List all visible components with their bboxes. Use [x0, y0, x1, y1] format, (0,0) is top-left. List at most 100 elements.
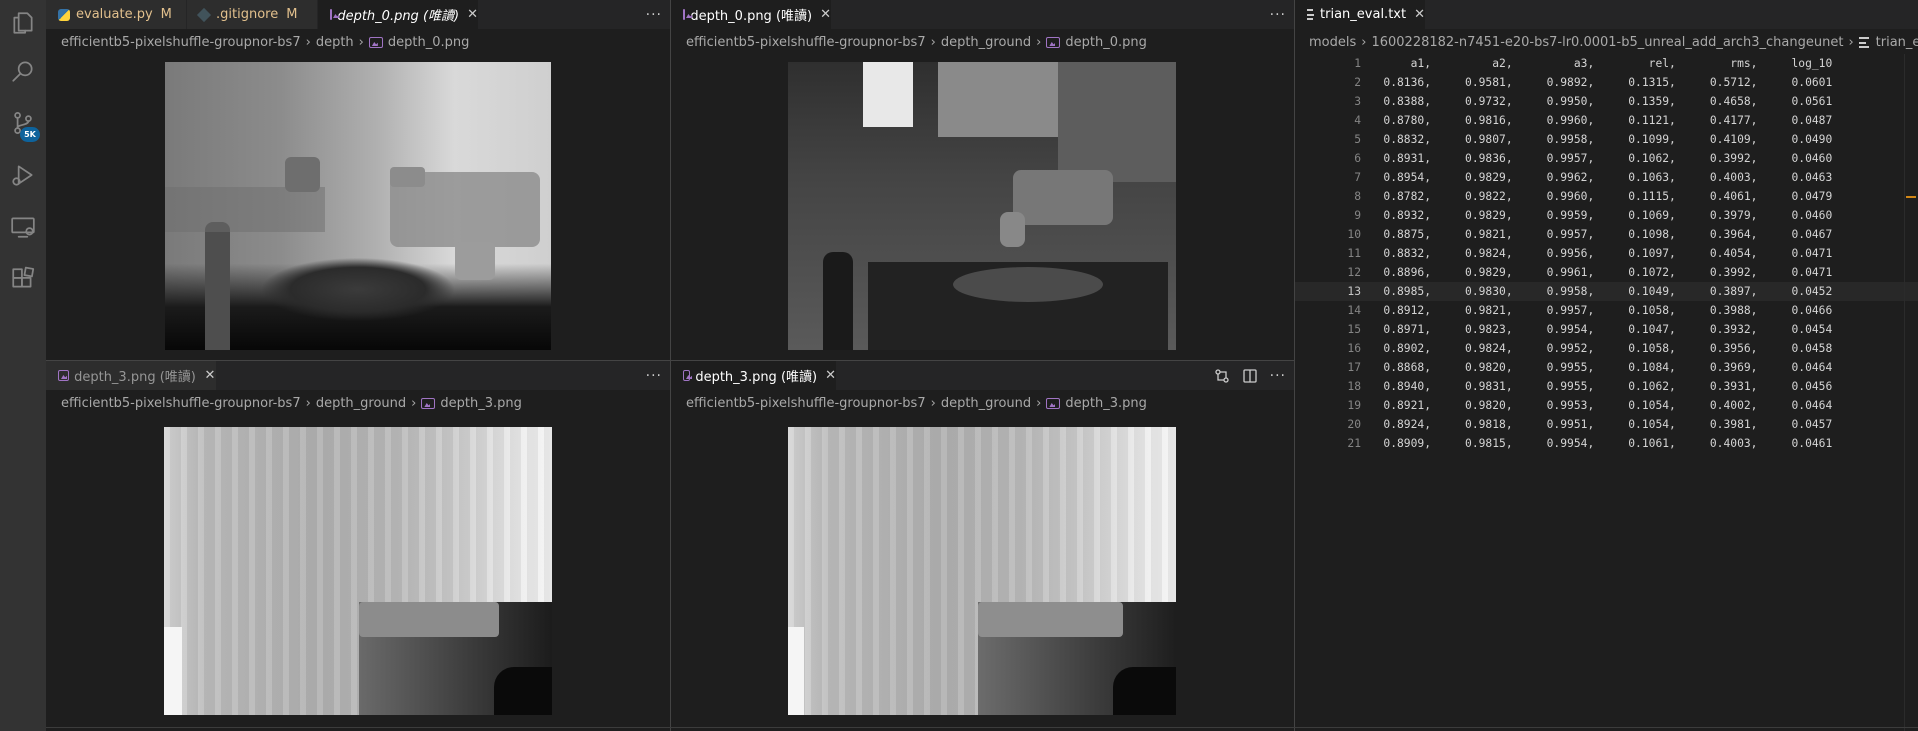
- editor-group-3: depth_3.png (唯讀) ✕ ··· efficientb5-pixel…: [46, 361, 670, 731]
- line-text: 0.8896, 0.9829, 0.9961, 0.1072, 0.3992, …: [1363, 266, 1833, 279]
- editor-line[interactable]: 10 0.8875, 0.9821, 0.9957, 0.1098, 0.396…: [1295, 225, 1918, 244]
- tab-label: evaluate.py: [76, 7, 153, 22]
- source-control-icon[interactable]: 5K: [0, 100, 46, 146]
- editor-line[interactable]: 19 0.8921, 0.9820, 0.9953, 0.1054, 0.400…: [1295, 396, 1918, 415]
- close-icon[interactable]: ✕: [204, 368, 216, 384]
- line-text: 0.8782, 0.9822, 0.9960, 0.1115, 0.4061, …: [1363, 190, 1833, 203]
- breadcrumb-item[interactable]: depth_ground: [941, 35, 1031, 50]
- breadcrumb-item[interactable]: depth_ground: [316, 396, 406, 411]
- line-number: 20: [1347, 418, 1361, 431]
- chevron-right-icon: ›: [305, 396, 311, 411]
- editor-line[interactable]: 7 0.8954, 0.9829, 0.9962, 0.1063, 0.4003…: [1295, 168, 1918, 187]
- image-file-icon: [330, 9, 333, 20]
- tab-gitignore[interactable]: .gitignore M: [187, 0, 317, 29]
- line-number: 4: [1354, 114, 1361, 127]
- line-number: 5: [1354, 133, 1361, 146]
- tab-label: depth_3.png (唯讀): [695, 370, 818, 385]
- editor-line[interactable]: 9 0.8932, 0.9829, 0.9959, 0.1069, 0.3979…: [1295, 206, 1918, 225]
- close-icon[interactable]: ✕: [1414, 7, 1425, 23]
- editor-line[interactable]: 20 0.8924, 0.9818, 0.9951, 0.1054, 0.398…: [1295, 415, 1918, 434]
- more-actions-icon[interactable]: ···: [1270, 368, 1286, 384]
- editor-line[interactable]: 13 0.8985, 0.9830, 0.9958, 0.1049, 0.389…: [1295, 282, 1918, 301]
- breadcrumb-item[interactable]: depth_0.png: [1065, 35, 1147, 50]
- breadcrumb: efficientb5-pixelshuffle-groupnor-bs7 › …: [686, 29, 1147, 56]
- editor-line[interactable]: 5 0.8832, 0.9807, 0.9958, 0.1099, 0.4109…: [1295, 130, 1918, 149]
- editor-line[interactable]: 17 0.8868, 0.9820, 0.9955, 0.1084, 0.396…: [1295, 358, 1918, 377]
- editor-line[interactable]: 21 0.8909, 0.9815, 0.9954, 0.1061, 0.400…: [1295, 434, 1918, 453]
- editor-line[interactable]: 2 0.8136, 0.9581, 0.9892, 0.1315, 0.5712…: [1295, 73, 1918, 92]
- editor-line[interactable]: 18 0.8940, 0.9831, 0.9955, 0.1062, 0.393…: [1295, 377, 1918, 396]
- editor-line[interactable]: 11 0.8832, 0.9824, 0.9956, 0.1097, 0.405…: [1295, 244, 1918, 263]
- editor-line[interactable]: 6 0.8931, 0.9836, 0.9957, 0.1062, 0.3992…: [1295, 149, 1918, 168]
- editor-line[interactable]: 8 0.8782, 0.9822, 0.9960, 0.1115, 0.4061…: [1295, 187, 1918, 206]
- vertical-scrollbar[interactable]: [1904, 54, 1918, 731]
- group-divider[interactable]: [1294, 0, 1295, 731]
- tab-depth-3-png[interactable]: depth_3.png (唯讀) ✕: [671, 361, 836, 390]
- close-icon[interactable]: ✕: [820, 7, 831, 23]
- close-icon[interactable]: ✕: [825, 368, 836, 384]
- line-number: 8: [1354, 190, 1361, 203]
- breadcrumb-item[interactable]: efficientb5-pixelshuffle-groupnor-bs7: [61, 396, 301, 411]
- more-actions-icon[interactable]: ···: [646, 7, 662, 23]
- open-changes-icon[interactable]: [1214, 368, 1230, 384]
- tab-bar: evaluate.py M .gitignore M depth_0.png (…: [46, 0, 670, 29]
- search-icon[interactable]: [0, 48, 46, 94]
- tab-trian-eval-txt[interactable]: trian_eval.txt ✕: [1295, 0, 1425, 29]
- chevron-right-icon: ›: [1361, 35, 1367, 50]
- line-text: 0.8985, 0.9830, 0.9958, 0.1049, 0.3897, …: [1363, 285, 1833, 298]
- close-icon[interactable]: ✕: [467, 7, 478, 23]
- editor-line[interactable]: 4 0.8780, 0.9816, 0.9960, 0.1121, 0.4177…: [1295, 111, 1918, 130]
- more-actions-icon[interactable]: ···: [646, 368, 662, 384]
- editor-line[interactable]: 15 0.8971, 0.9823, 0.9954, 0.1047, 0.393…: [1295, 320, 1918, 339]
- image-file-icon: [1046, 37, 1061, 48]
- breadcrumb-item[interactable]: depth_3.png: [440, 396, 522, 411]
- line-text: a1, a2, a3, rel, rms, log_10: [1363, 57, 1833, 70]
- line-number: 15: [1347, 323, 1361, 336]
- remote-explorer-icon[interactable]: [0, 204, 46, 250]
- image-file-icon: [683, 370, 691, 381]
- depth-image-preview: [165, 62, 551, 350]
- line-text: 0.8909, 0.9815, 0.9954, 0.1061, 0.4003, …: [1363, 437, 1833, 450]
- breadcrumb-item[interactable]: trian_eval.txt: [1876, 35, 1918, 50]
- gitignore-file-icon: [196, 7, 212, 22]
- source-control-badge: 5K: [20, 127, 40, 142]
- text-editor[interactable]: 1 a1, a2, a3, rel, rms, log_10 2 0.8136, …: [1295, 54, 1918, 453]
- group-divider[interactable]: [46, 360, 1294, 361]
- extensions-icon[interactable]: [0, 256, 46, 302]
- chevron-right-icon: ›: [411, 396, 417, 411]
- breadcrumb-item[interactable]: depth_0.png: [388, 35, 470, 50]
- editor-line[interactable]: 1 a1, a2, a3, rel, rms, log_10: [1295, 54, 1918, 73]
- tab-actions: ···: [646, 0, 662, 29]
- line-number: 1: [1354, 57, 1361, 70]
- line-number: 11: [1347, 247, 1361, 260]
- breadcrumb-item[interactable]: 1600228182-n7451-e20-bs7-lr0.0001-b5_unr…: [1371, 35, 1843, 50]
- breadcrumb-item[interactable]: depth_ground: [941, 396, 1031, 411]
- tab-depth-0-png[interactable]: depth_0.png (唯讀) ✕: [671, 0, 831, 29]
- line-text: 0.8868, 0.9820, 0.9955, 0.1084, 0.3969, …: [1363, 361, 1833, 374]
- group-divider[interactable]: [670, 0, 671, 731]
- breadcrumb-item[interactable]: depth_3.png: [1065, 396, 1147, 411]
- line-text: 0.8932, 0.9829, 0.9959, 0.1069, 0.3979, …: [1363, 209, 1833, 222]
- line-number: 14: [1347, 304, 1361, 317]
- more-actions-icon[interactable]: ···: [1270, 7, 1286, 23]
- tab-depth-0-png[interactable]: depth_0.png (唯讀) ✕: [318, 0, 478, 29]
- line-text: 0.8780, 0.9816, 0.9960, 0.1121, 0.4177, …: [1363, 114, 1833, 127]
- breadcrumb-item[interactable]: efficientb5-pixelshuffle-groupnor-bs7: [61, 35, 301, 50]
- breadcrumb-item[interactable]: models: [1309, 35, 1356, 50]
- editor-line[interactable]: 12 0.8896, 0.9829, 0.9961, 0.1072, 0.399…: [1295, 263, 1918, 282]
- breadcrumb-item[interactable]: efficientb5-pixelshuffle-groupnor-bs7: [686, 35, 926, 50]
- tab-depth-3-png[interactable]: depth_3.png (唯讀) ✕: [46, 361, 216, 390]
- split-editor-icon[interactable]: [1242, 368, 1258, 384]
- line-number: 3: [1354, 95, 1361, 108]
- breadcrumb-item[interactable]: efficientb5-pixelshuffle-groupnor-bs7: [686, 396, 926, 411]
- run-debug-icon[interactable]: [0, 152, 46, 198]
- tab-evaluate-py[interactable]: evaluate.py M: [46, 0, 186, 29]
- editor-line[interactable]: 16 0.8902, 0.9824, 0.9952, 0.1058, 0.395…: [1295, 339, 1918, 358]
- line-number: 12: [1347, 266, 1361, 279]
- line-number: 19: [1347, 399, 1361, 412]
- breadcrumb-item[interactable]: depth: [316, 35, 354, 50]
- explorer-icon[interactable]: [0, 0, 46, 46]
- editor-line[interactable]: 3 0.8388, 0.9732, 0.9950, 0.1359, 0.4658…: [1295, 92, 1918, 111]
- editor-line[interactable]: 14 0.8912, 0.9821, 0.9957, 0.1058, 0.398…: [1295, 301, 1918, 320]
- image-file-icon: [683, 9, 686, 20]
